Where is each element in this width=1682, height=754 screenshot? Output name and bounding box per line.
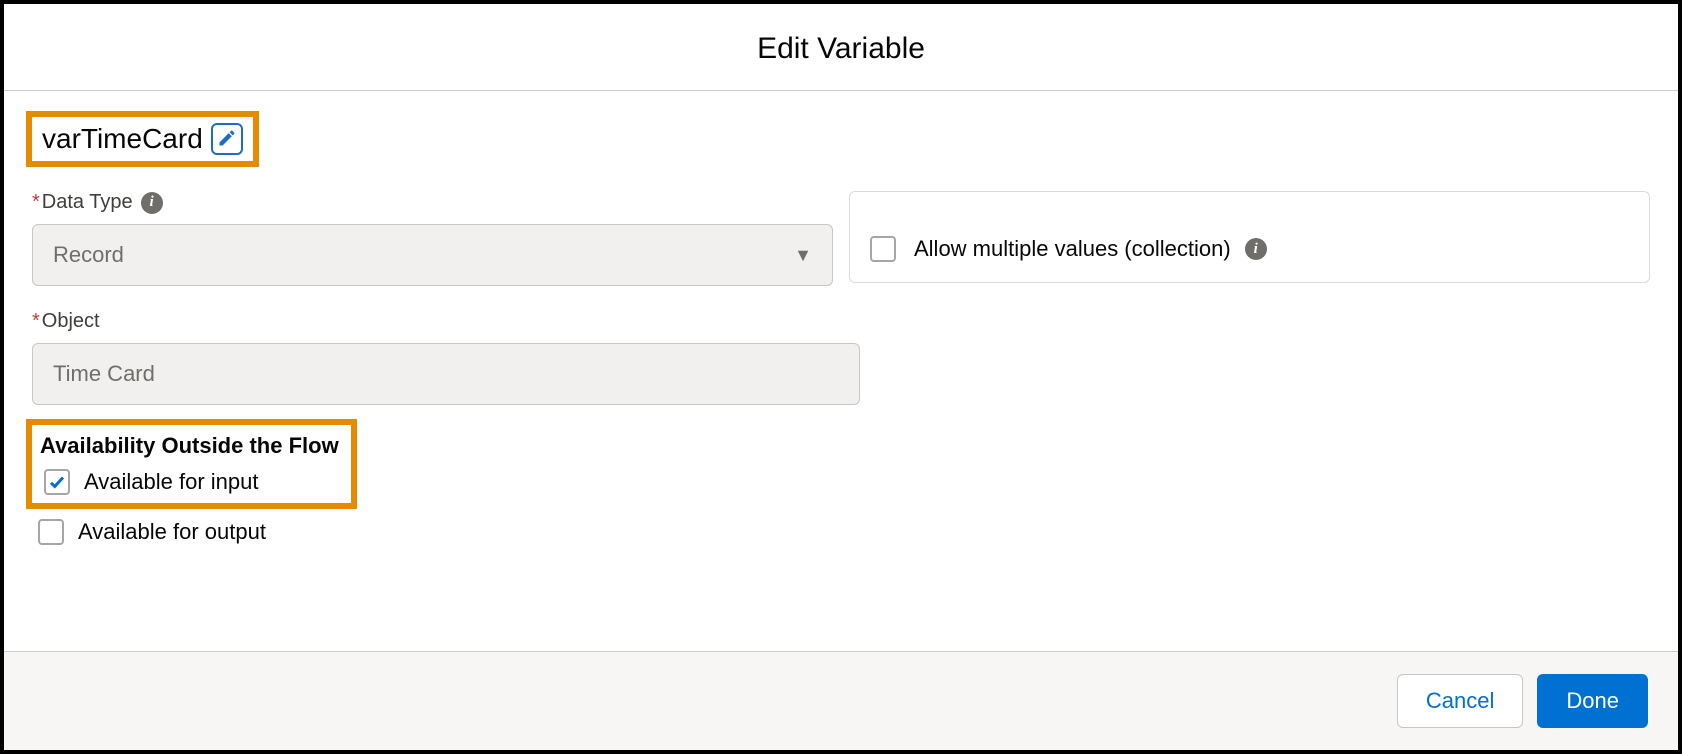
edit-name-button[interactable] xyxy=(211,123,243,155)
required-asterisk: * xyxy=(32,191,40,213)
object-field: *Object Time Card xyxy=(32,310,1650,405)
object-value: Time Card xyxy=(53,361,155,387)
object-input[interactable]: Time Card xyxy=(32,343,860,405)
modal-content: varTimeCard *Data Type i Record ▼ xyxy=(4,91,1678,651)
available-input-checkbox[interactable] xyxy=(44,469,70,495)
available-output-row: Available for output xyxy=(38,519,1650,545)
availability-section-title: Availability Outside the Flow xyxy=(40,433,339,459)
data-type-value: Record xyxy=(53,242,124,268)
available-input-row: Available for input xyxy=(40,469,339,495)
done-button[interactable]: Done xyxy=(1537,674,1648,728)
info-icon[interactable]: i xyxy=(1245,238,1267,260)
info-icon[interactable]: i xyxy=(141,192,163,214)
data-type-row: *Data Type i Record ▼ Allow multiple val… xyxy=(32,191,1650,286)
modal-header: Edit Variable xyxy=(4,4,1678,91)
available-output-checkbox[interactable] xyxy=(38,519,64,545)
allow-multiple-label: Allow multiple values (collection) xyxy=(914,236,1231,262)
chevron-down-icon: ▼ xyxy=(794,245,812,266)
availability-highlight: Availability Outside the Flow Available … xyxy=(26,419,357,509)
required-asterisk: * xyxy=(32,310,40,332)
object-label: Object xyxy=(42,310,100,332)
modal-title: Edit Variable xyxy=(4,32,1678,66)
allow-multiple-label-row: Allow multiple values (collection) i xyxy=(914,236,1267,262)
modal-footer: Cancel Done xyxy=(4,651,1678,750)
allow-multiple-field: Allow multiple values (collection) i xyxy=(849,191,1650,286)
available-input-label: Available for input xyxy=(84,469,259,495)
pencil-icon xyxy=(217,128,237,151)
cancel-button[interactable]: Cancel xyxy=(1397,674,1523,728)
data-type-label: *Data Type i xyxy=(32,191,833,214)
allow-multiple-container: Allow multiple values (collection) i xyxy=(849,191,1650,283)
available-output-label: Available for output xyxy=(78,519,266,545)
variable-name-text: varTimeCard xyxy=(42,123,203,155)
object-label-row: *Object xyxy=(32,310,1650,333)
data-type-field: *Data Type i Record ▼ xyxy=(32,191,833,286)
variable-name-highlight: varTimeCard xyxy=(26,111,259,167)
allow-multiple-checkbox[interactable] xyxy=(870,236,896,262)
data-type-select[interactable]: Record ▼ xyxy=(32,224,833,286)
